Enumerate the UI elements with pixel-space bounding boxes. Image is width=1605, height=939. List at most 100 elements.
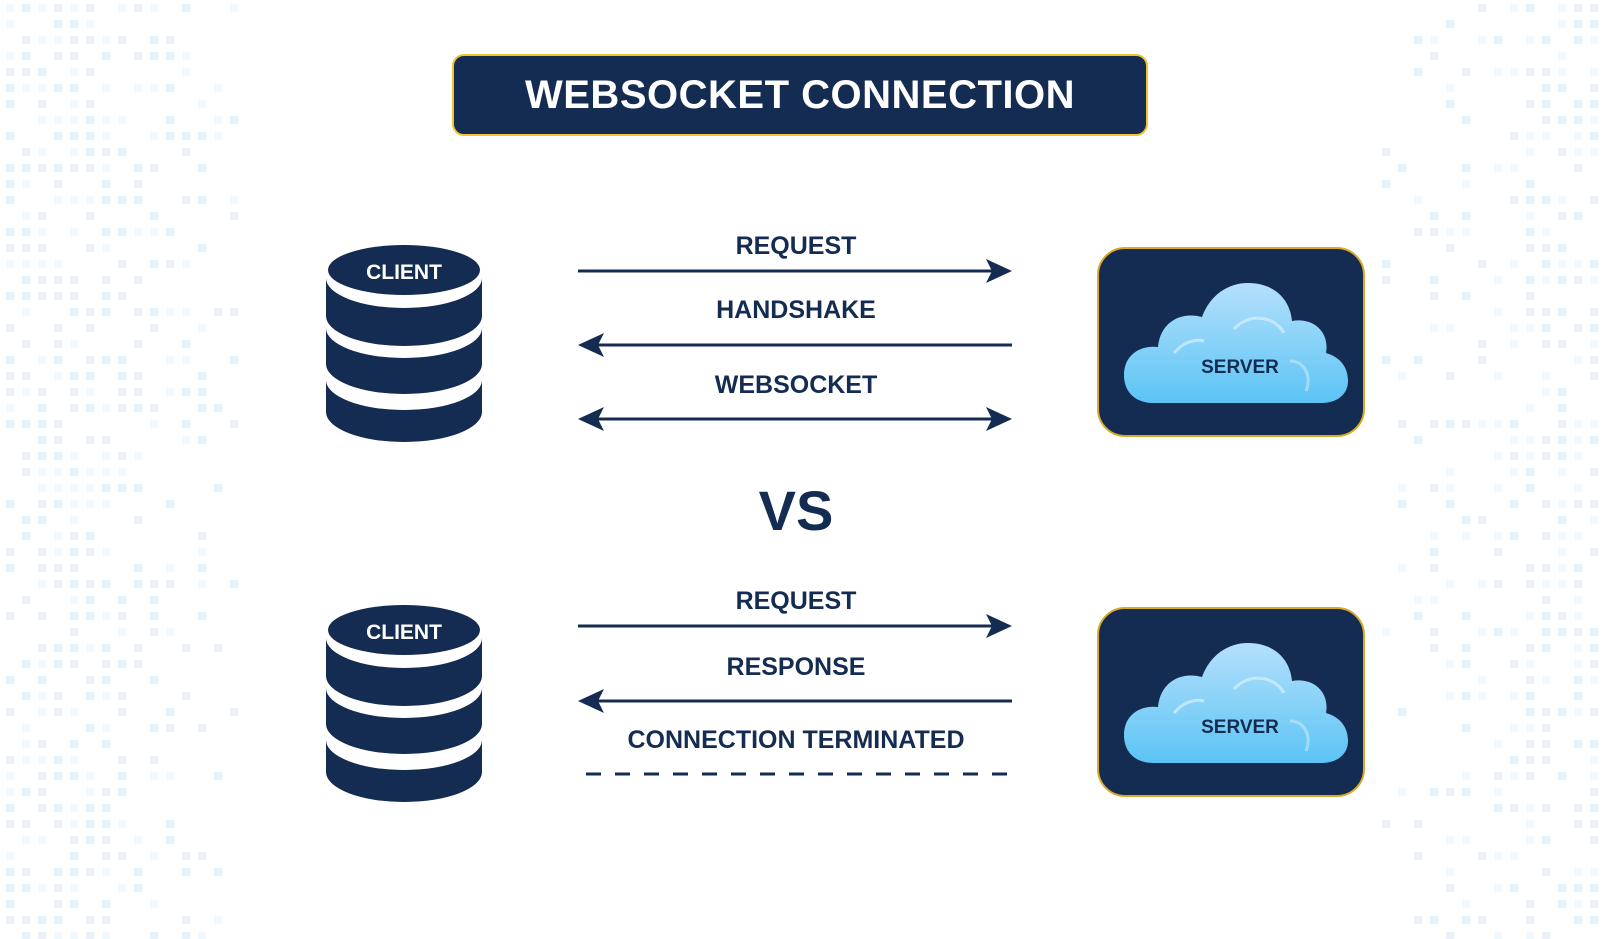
pattern-square <box>70 532 78 540</box>
pattern-square <box>1478 852 1486 860</box>
pattern-square <box>166 308 174 316</box>
pattern-square <box>1526 804 1534 812</box>
pattern-square <box>1590 308 1598 316</box>
pattern-square <box>86 308 94 316</box>
pattern-square <box>54 772 62 780</box>
pattern-square <box>70 564 78 572</box>
pattern-square <box>1526 468 1534 476</box>
pattern-square <box>1446 100 1454 108</box>
pattern-square <box>1398 788 1406 796</box>
pattern-square <box>54 644 62 652</box>
pattern-square <box>1526 36 1534 44</box>
pattern-square <box>38 884 46 892</box>
pattern-square <box>1446 324 1454 332</box>
pattern-square <box>1398 708 1406 716</box>
pattern-square <box>54 164 62 172</box>
pattern-square <box>54 324 62 332</box>
pattern-square <box>38 164 46 172</box>
pattern-square <box>102 740 110 748</box>
pattern-square <box>86 356 94 364</box>
pattern-square <box>166 724 174 732</box>
pattern-square <box>1542 36 1550 44</box>
pattern-square <box>6 260 14 268</box>
pattern-square <box>1574 20 1582 28</box>
pattern-square <box>86 196 94 204</box>
pattern-square <box>86 212 94 220</box>
pattern-square <box>102 548 110 556</box>
pattern-square <box>1558 436 1566 444</box>
pattern-square <box>1478 4 1486 12</box>
pattern-square <box>1510 852 1518 860</box>
pattern-square <box>1526 324 1534 332</box>
pattern-square <box>54 340 62 348</box>
pattern-square <box>1590 516 1598 524</box>
pattern-square <box>182 388 190 396</box>
pattern-square <box>166 500 174 508</box>
pattern-square <box>6 676 14 684</box>
pattern-square <box>1574 612 1582 620</box>
pattern-square <box>1542 932 1550 939</box>
pattern-square <box>38 916 46 924</box>
pattern-square <box>22 372 30 380</box>
pattern-square <box>1558 772 1566 780</box>
pattern-square <box>1526 580 1534 588</box>
pattern-square <box>86 324 94 332</box>
pattern-square <box>70 740 78 748</box>
pattern-square <box>150 228 158 236</box>
pattern-square <box>22 260 30 268</box>
pattern-square <box>1510 260 1518 268</box>
pattern-square <box>70 308 78 316</box>
pattern-square <box>102 820 110 828</box>
pattern-square <box>86 244 94 252</box>
pattern-square <box>6 100 14 108</box>
pattern-square <box>182 148 190 156</box>
pattern-square <box>1590 260 1598 268</box>
pattern-square <box>150 324 158 332</box>
pattern-square <box>6 900 14 908</box>
pattern-square <box>54 820 62 828</box>
pattern-square <box>1526 148 1534 156</box>
pattern-square <box>102 580 110 588</box>
arrow-left-response <box>578 689 1012 713</box>
pattern-square <box>150 36 158 44</box>
pattern-square <box>54 756 62 764</box>
pattern-square <box>166 52 174 60</box>
pattern-square <box>1446 372 1454 380</box>
pattern-square <box>38 388 46 396</box>
pattern-square <box>22 836 30 844</box>
pattern-square <box>22 308 30 316</box>
pattern-square <box>1478 916 1486 924</box>
pattern-square <box>70 164 78 172</box>
pattern-square <box>118 404 126 412</box>
pattern-square <box>134 884 142 892</box>
pattern-square <box>102 692 110 700</box>
pattern-square <box>1510 132 1518 140</box>
pattern-square <box>1494 164 1502 172</box>
pattern-square <box>150 84 158 92</box>
pattern-square <box>1574 452 1582 460</box>
pattern-square <box>38 244 46 252</box>
pattern-square <box>198 100 206 108</box>
pattern-square <box>1574 100 1582 108</box>
pattern-square <box>86 820 94 828</box>
pattern-square <box>1462 292 1470 300</box>
pattern-square <box>6 356 14 364</box>
pattern-square <box>38 612 46 620</box>
pattern-square <box>1542 340 1550 348</box>
pattern-square <box>54 500 62 508</box>
pattern-square <box>86 596 94 604</box>
pattern-square <box>214 404 222 412</box>
pattern-square <box>1558 308 1566 316</box>
pattern-square <box>38 4 46 12</box>
pattern-square <box>1526 436 1534 444</box>
arrow-left-handshake <box>578 333 1012 357</box>
pattern-square <box>1462 612 1470 620</box>
pattern-square <box>1510 804 1518 812</box>
pattern-square <box>1574 804 1582 812</box>
pattern-square <box>38 804 46 812</box>
pattern-square <box>1558 628 1566 636</box>
pattern-square <box>198 164 206 172</box>
pattern-square <box>198 564 206 572</box>
pattern-square <box>54 260 62 268</box>
pattern-square <box>1574 628 1582 636</box>
